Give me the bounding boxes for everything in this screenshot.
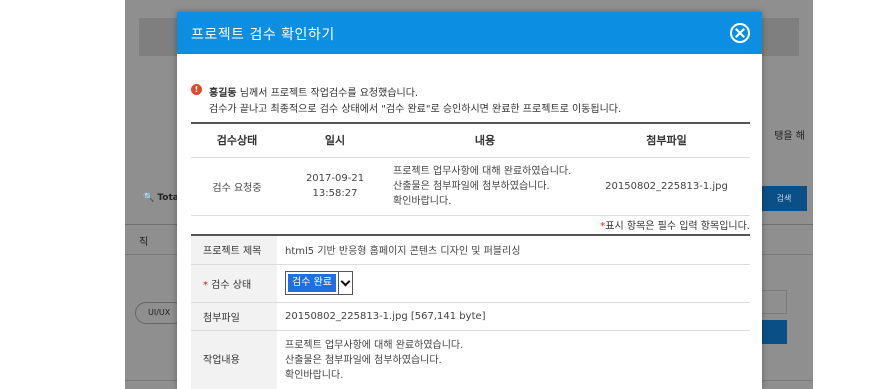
review-status-label-text: 검수 상태 <box>208 279 252 291</box>
review-status-selected-value: 검수 완료 <box>287 273 337 293</box>
project-title-value: html5 기반 반응형 홈페이지 콘텐츠 디자인 및 퍼블리싱 <box>277 234 750 265</box>
work-content-line: 프로젝트 업무사항에 대해 완료하였습니다. <box>285 339 464 351</box>
content-line: 확인바랍니다. <box>393 195 452 207</box>
review-status-table: 검수상태 일시 내용 첨부파일 검수 요청중 2017-09-21 13:58:… <box>191 122 750 216</box>
form-row-project-title: 프로젝트 제목 html5 기반 반응형 홈페이지 콘텐츠 디자인 및 퍼블리싱 <box>191 234 750 265</box>
content-line: 산출물은 첨부파일에 첨부하였습니다. <box>393 180 550 192</box>
background-search-text: Tota <box>157 193 179 203</box>
form-row-work-content: 작업내용 프로젝트 업무사항에 대해 완료하였습니다. 산출물은 첨부파일에 첨… <box>191 330 750 389</box>
column-header: 내용 <box>387 122 583 158</box>
background-search-button: 검색 <box>761 186 807 211</box>
work-content-value: 프로젝트 업무사항에 대해 완료하였습니다. 산출물은 첨부파일에 첨부하였습니… <box>277 330 750 389</box>
review-status-cell: 검수 요청중 <box>191 157 283 216</box>
review-status-label: * 검수 상태 <box>191 264 277 303</box>
column-header: 일시 <box>283 122 387 158</box>
required-fields-note: *표시 항목은 필수 입력 항목입니다. <box>600 217 750 232</box>
search-icon: 🔍 <box>143 193 155 203</box>
chevron-down-icon[interactable] <box>337 272 352 294</box>
review-form-table: 프로젝트 제목 html5 기반 반응형 홈페이지 콘텐츠 디자인 및 퍼블리싱… <box>191 234 750 389</box>
form-row-review-status: * 검수 상태 검수 완료 <box>191 264 750 303</box>
work-content-label: 작업내용 <box>191 330 277 389</box>
work-content-line: 산출물은 첨부파일에 첨부하였습니다. <box>285 354 442 366</box>
modal-title: 프로젝트 검수 확인하기 <box>191 27 335 43</box>
notice-line-2: 검수가 끝나고 최종적으로 검수 상태에서 "검수 완료"로 승인하시면 완료한… <box>209 104 622 115</box>
notice-line-1: 홍길동 님께서 프로젝트 작업검수를 요청했습니다. <box>209 84 418 99</box>
background-box <box>761 290 787 314</box>
column-header: 검수상태 <box>191 122 283 158</box>
attachment-label: 첨부파일 <box>191 302 277 331</box>
notice-line-1-text: 님께서 프로젝트 작업검수를 요청했습니다. <box>236 88 419 99</box>
review-status-select[interactable]: 검수 완료 <box>285 271 353 295</box>
background-search-label: 🔍 Tota <box>143 193 179 203</box>
project-title-label: 프로젝트 제목 <box>191 234 277 265</box>
modal-header: 프로젝트 검수 확인하기 <box>177 12 762 54</box>
background-text: 탱을 해 <box>774 131 805 142</box>
required-note-text: 표시 항목은 필수 입력 항목입니다. <box>605 221 750 232</box>
time-text: 13:58:27 <box>312 188 358 199</box>
table-row: 검수 요청중 2017-09-21 13:58:27 프로젝트 업무사항에 대해… <box>191 157 750 216</box>
close-icon[interactable] <box>730 23 750 43</box>
column-header: 첨부파일 <box>583 122 750 158</box>
attachment-value[interactable]: 20150802_225813-1.jpg [567,141 byte] <box>277 302 750 331</box>
review-status-field: 검수 완료 <box>277 264 750 303</box>
content-line: 프로젝트 업무사항에 대해 완료하였습니다. <box>393 165 572 177</box>
review-confirm-modal: 프로젝트 검수 확인하기 ! 홍길동 님께서 프로젝트 작업검수를 요청했습니다… <box>177 12 762 389</box>
datetime-cell: 2017-09-21 13:58:27 <box>283 157 387 216</box>
work-content-line: 확인바랍니다. <box>285 369 344 381</box>
date-text: 2017-09-21 <box>305 173 365 184</box>
background-box <box>761 320 787 344</box>
background-column-label: 직 <box>139 237 149 248</box>
requester-name: 홍길동 <box>209 88 237 99</box>
table-header-row: 검수상태 일시 내용 첨부파일 <box>191 122 750 158</box>
attachment-link[interactable]: 20150802_225813-1.jpg <box>583 157 750 216</box>
info-icon: ! <box>191 84 202 95</box>
content-cell: 프로젝트 업무사항에 대해 완료하였습니다. 산출물은 첨부파일에 첨부하였습니… <box>387 157 583 216</box>
form-row-attachment: 첨부파일 20150802_225813-1.jpg [567,141 byte… <box>191 302 750 331</box>
